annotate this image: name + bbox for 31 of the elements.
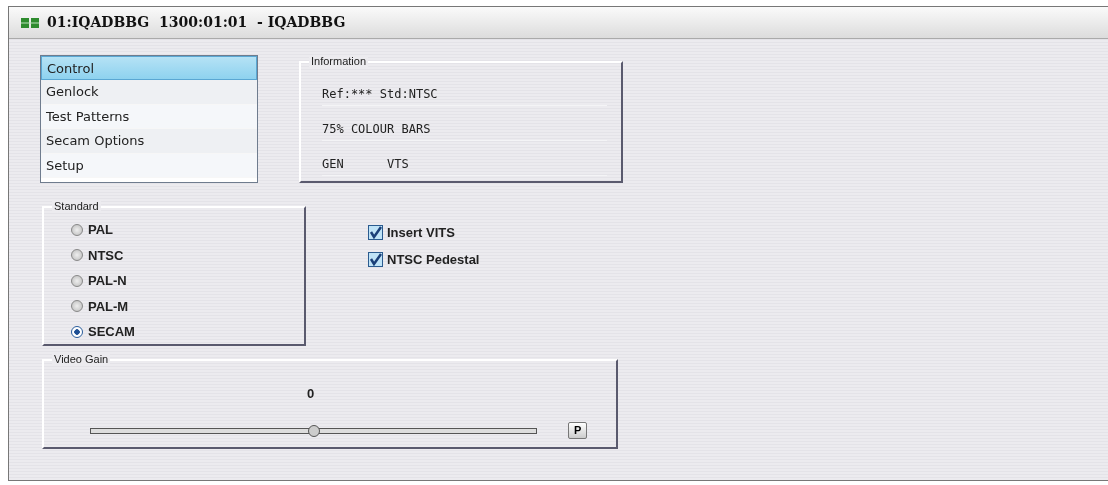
radio-label: PAL [88,221,114,239]
slider-thumb[interactable] [307,424,320,437]
menu-item[interactable]: Setup [41,153,257,178]
radio-label: PAL-M [88,297,129,316]
menu-item[interactable]: Genlock [41,80,257,105]
gain-reading: 0 [307,386,315,401]
menu-item[interactable]: Secam Options [41,129,257,154]
checkbox-label: Insert VITS [387,224,455,242]
info-line: 75% COLOUR BARS [322,121,431,138]
checkbox[interactable] [368,251,383,267]
info-line: GEN VTS [322,156,409,173]
menu-item[interactable]: Control [41,56,257,81]
radio-button[interactable] [71,223,83,236]
window-title: 01:IQADBBG 1300:01:01 - IQADBBG [47,13,346,32]
app-icon [21,17,39,28]
radio-button[interactable] [71,274,83,287]
gain-slider[interactable] [90,427,537,434]
p-button[interactable]: P [568,422,588,439]
radio-button[interactable] [71,325,83,338]
radio-button[interactable] [71,249,83,262]
info-line: Ref:*** Std:NTSC [322,86,438,103]
group-label: Information [309,55,369,68]
radio-button[interactable] [71,300,83,313]
checkbox-label: NTSC Pedestal [387,250,480,269]
radio-label: NTSC [88,246,124,265]
group-label: Standard [52,200,101,213]
group-label: Video Gain [52,353,111,366]
menu-item[interactable]: Test Patterns [41,104,257,130]
checkbox[interactable] [368,225,383,241]
radio-label: PAL-N [88,272,127,290]
radio-label: SECAM [88,323,135,341]
